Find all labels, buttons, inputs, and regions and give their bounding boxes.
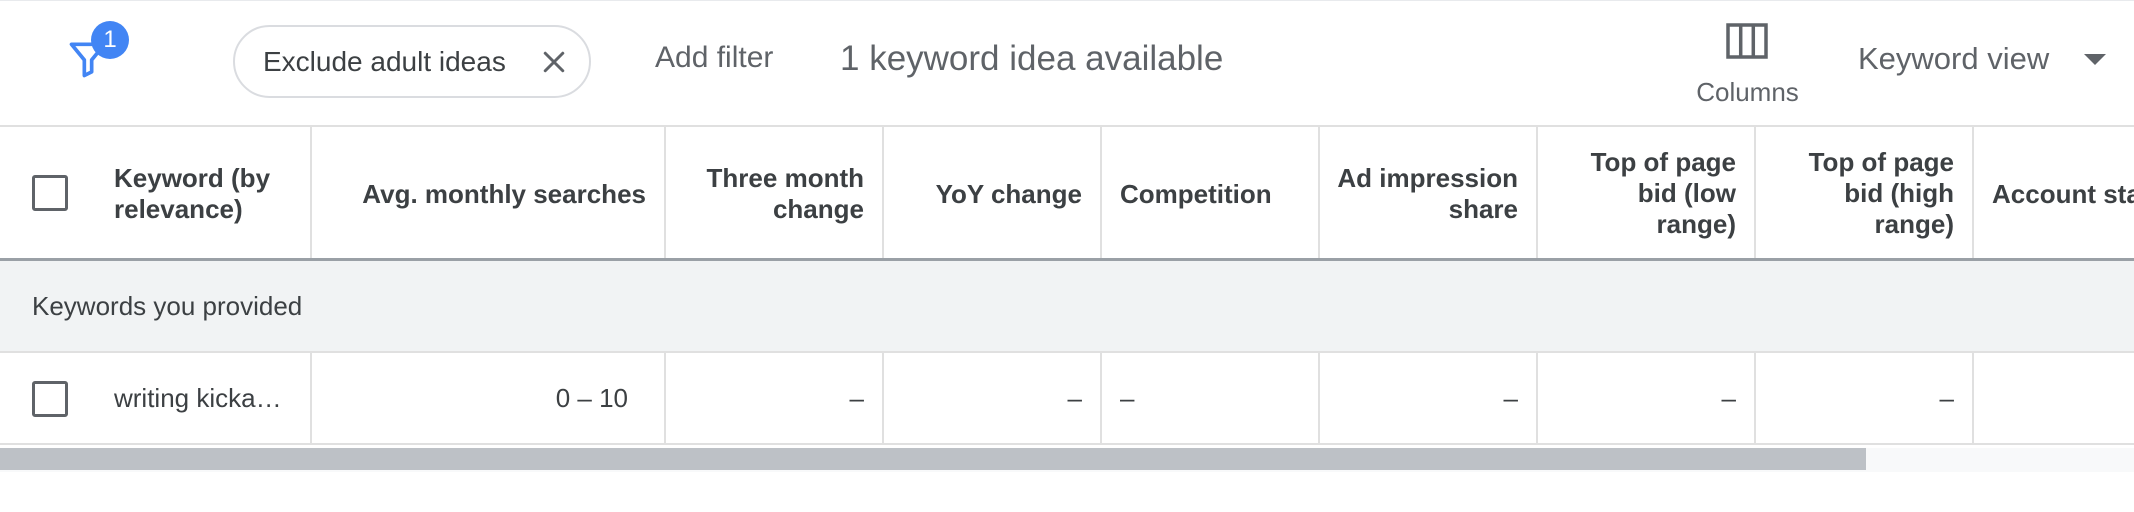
competition-value: – xyxy=(1120,383,1135,413)
header-top-bid-high[interactable]: Top of page bid (high range) xyxy=(1756,127,1974,258)
header-yoy-label: YoY change xyxy=(935,179,1082,209)
header-ad-impression-label: Ad impression share xyxy=(1337,163,1518,224)
three-month-value: – xyxy=(849,383,864,413)
header-yoy-change[interactable]: YoY change xyxy=(884,127,1102,258)
filter-count-badge: 1 xyxy=(91,21,129,59)
table-row[interactable]: writing kicka… 0 – 10 – – – – – – xyxy=(0,353,2134,445)
scrollbar-thumb[interactable] xyxy=(0,448,1866,470)
table-header-row: Keyword (by relevance) Avg. monthly sear… xyxy=(0,125,2134,261)
cell-bid-low: – xyxy=(1538,353,1756,443)
header-bid-high-label: Top of page bid (high range) xyxy=(1808,147,1954,239)
header-keyword-label: Keyword (by relevance) xyxy=(114,163,271,224)
row-checkbox[interactable] xyxy=(32,381,68,417)
keyword-planner-results: 1 Exclude adult ideas Add filter 1 keywo… xyxy=(0,0,2134,512)
header-three-month-label: Three month change xyxy=(706,163,864,224)
avg-monthly-value: 0 – 10 xyxy=(555,383,628,413)
horizontal-scrollbar[interactable] xyxy=(0,448,2134,472)
arrow-drop-down-icon[interactable] xyxy=(2084,54,2106,65)
bid-high-value: – xyxy=(1939,383,1954,413)
bid-low-value: – xyxy=(1721,383,1736,413)
header-account-status[interactable]: Account sta xyxy=(1974,127,2134,258)
header-three-month-change[interactable]: Three month change xyxy=(666,127,884,258)
cell-competition: – xyxy=(1102,353,1320,443)
cell-avg-monthly: 0 – 10 xyxy=(312,353,666,443)
header-avg-monthly-label: Avg. monthly searches xyxy=(362,179,646,209)
yoy-value: – xyxy=(1067,383,1082,413)
header-ad-impression-share[interactable]: Ad impression share xyxy=(1320,127,1538,258)
cell-three-month: – xyxy=(666,353,884,443)
close-icon[interactable] xyxy=(539,47,569,77)
chip-label: Exclude adult ideas xyxy=(263,45,506,77)
header-account-status-label: Account sta xyxy=(1992,179,2134,209)
header-competition[interactable]: Competition xyxy=(1102,127,1320,258)
results-toolbar: 1 Exclude adult ideas Add filter 1 keywo… xyxy=(0,0,2134,125)
select-all-checkbox[interactable] xyxy=(32,175,68,211)
keyword-idea-count: 1 keyword idea available xyxy=(840,39,1224,78)
header-keyword[interactable]: Keyword (by relevance) xyxy=(0,127,312,258)
cell-ad-impression: – xyxy=(1320,353,1538,443)
cell-keyword: writing kicka… xyxy=(0,353,312,443)
exclude-adult-ideas-chip[interactable]: Exclude adult ideas xyxy=(233,25,591,98)
section-label: Keywords you provided xyxy=(32,291,303,321)
keyword-view-select[interactable]: Keyword view xyxy=(1858,41,2049,77)
cell-yoy: – xyxy=(884,353,1102,443)
columns-icon xyxy=(1726,23,1768,59)
header-avg-monthly-searches[interactable]: Avg. monthly searches xyxy=(312,127,666,258)
header-bid-low-label: Top of page bid (low range) xyxy=(1590,147,1736,239)
columns-button[interactable]: Columns xyxy=(1680,19,1815,114)
cell-bid-high: – xyxy=(1756,353,1974,443)
section-keywords-you-provided: Keywords you provided xyxy=(0,261,2134,353)
keyword-text: writing kicka… xyxy=(114,383,282,413)
header-competition-label: Competition xyxy=(1120,179,1272,209)
header-top-bid-low[interactable]: Top of page bid (low range) xyxy=(1538,127,1756,258)
ad-impression-value: – xyxy=(1503,383,1518,413)
columns-label: Columns xyxy=(1696,77,1799,107)
add-filter-button[interactable]: Add filter xyxy=(655,41,773,75)
cell-account-status xyxy=(1974,353,2134,443)
